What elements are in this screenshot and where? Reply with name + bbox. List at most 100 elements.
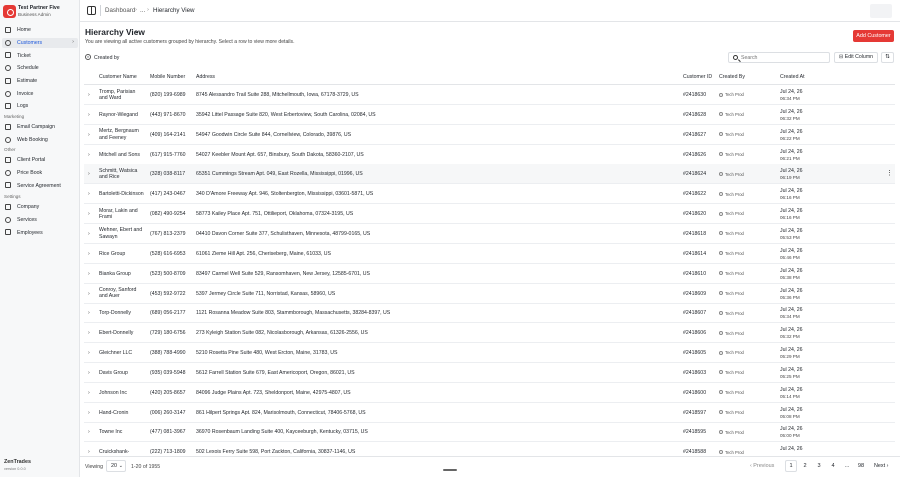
expand-row-icon[interactable]: ›: [88, 350, 90, 356]
customer-id: #2418600: [683, 389, 707, 396]
table-row[interactable]: › Cruickshank- (222) 713-1809 502 Lexois Fe…: [84, 442, 895, 456]
col-address[interactable]: Address: [196, 74, 215, 80]
mobile-number: (417) 243-0467: [150, 191, 186, 198]
page-size-select[interactable]: 20 ⌄: [106, 460, 126, 472]
created-time: 05:29 PM: [780, 354, 800, 360]
expand-row-icon[interactable]: ›: [88, 251, 90, 257]
address: 83497 Carmel Well Suite 529, Ransomhaven…: [196, 270, 370, 277]
section-marketing: Marketing: [4, 114, 25, 119]
table-row[interactable]: › Tromp, Parisian and Ward (820) 199-6989 8…: [84, 85, 895, 105]
sidebar-item-logs[interactable]: Logs: [2, 101, 78, 111]
sidebar-item-price-book[interactable]: Price Book: [2, 168, 78, 178]
address: 1121 Rosanna Meadow Suite 803, Stammboro…: [196, 310, 391, 317]
created-by: Tech Prod: [719, 448, 749, 456]
expand-row-icon[interactable]: ›: [88, 92, 90, 98]
created-by-name: Tech Prod: [725, 92, 744, 98]
expand-row-icon[interactable]: ›: [88, 291, 90, 297]
expand-row-icon[interactable]: ›: [88, 171, 90, 177]
col-customer-name[interactable]: Customer Name: [99, 74, 137, 80]
expand-row-icon[interactable]: ›: [88, 271, 90, 277]
expand-row-icon[interactable]: ›: [88, 211, 90, 217]
table-row[interactable]: › Davis Group (935) 039-5948 5612 Farrell S…: [84, 363, 895, 383]
expand-row-icon[interactable]: ›: [88, 132, 90, 138]
page-button[interactable]: 1: [785, 460, 797, 472]
horizontal-scrollbar[interactable]: [443, 469, 457, 471]
table-row[interactable]: › Towne Inc (477) 081-3967 36970 Rosenbaum …: [84, 422, 895, 443]
sidebar-item-web-booking[interactable]: Web Booking: [2, 135, 78, 145]
previous-label: Previous: [753, 463, 775, 469]
sidebar-item-email-campaign[interactable]: Email Campaign: [2, 122, 78, 132]
table-row[interactable]: › Ebert-Donnelly (729) 180-6756 273 Kyleigh…: [84, 323, 895, 344]
created-time: 05:38 PM: [780, 274, 800, 280]
search-box[interactable]: [728, 52, 830, 63]
sidebar-item-customers[interactable]: Customers ›: [2, 37, 78, 48]
expand-row-icon[interactable]: ›: [88, 152, 90, 158]
sort-icon[interactable]: ⇅: [881, 52, 894, 63]
expand-row-icon[interactable]: ›: [88, 410, 90, 416]
expand-row-icon[interactable]: ›: [88, 449, 90, 455]
edit-column-button[interactable]: ⊟ Edit Column: [834, 52, 878, 63]
expand-row-icon[interactable]: ›: [88, 429, 90, 435]
expand-row-icon[interactable]: ›: [88, 370, 90, 376]
col-customer-id[interactable]: Customer ID: [683, 74, 712, 80]
created-by: Tech Prod: [719, 290, 749, 298]
page-button[interactable]: 3: [813, 460, 825, 472]
expand-row-icon[interactable]: ›: [88, 191, 90, 197]
col-mobile[interactable]: Mobile Number: [150, 74, 185, 80]
mobile-number: (453) 592-9722: [150, 290, 186, 297]
topbar-action[interactable]: [870, 4, 892, 18]
expand-row-icon[interactable]: ›: [88, 390, 90, 396]
page-button[interactable]: 4: [827, 460, 839, 472]
sidebar-item-invoice[interactable]: Invoice: [2, 89, 78, 99]
table-row[interactable]: › Rice Group (528) 616-6953 61061 Zieme Hil…: [84, 244, 895, 264]
more-options-icon[interactable]: ⋮: [886, 169, 893, 177]
table-row[interactable]: › Torp-Donnelly (689) 056-2177 1121 Rosanna…: [84, 303, 895, 324]
table-row[interactable]: › Mertz, Bergnaum and Feeney (409) 164-214…: [84, 125, 895, 145]
customer-id: #2418610: [683, 270, 707, 277]
add-customer-button[interactable]: Add Customer: [853, 30, 894, 42]
sidebar-item-employees[interactable]: Employees: [2, 227, 78, 237]
sidebar-item-service-agreement[interactable]: Service Agreement: [2, 180, 78, 190]
sidebar-item-home[interactable]: Home: [2, 25, 78, 35]
col-created-by[interactable]: Created By: [719, 74, 745, 80]
chevron-down-icon[interactable]: ⌄: [134, 27, 140, 35]
table-row[interactable]: › Mitchell and Sons (617) 915-7760 54027 Ke…: [84, 145, 895, 165]
sidebar-item-client-portal[interactable]: Client Portal: [2, 155, 78, 165]
created-by-name: Tech Prod: [725, 429, 744, 435]
previous-page-button[interactable]: ‹ Previous: [750, 463, 774, 469]
breadcrumb-ellipsis[interactable]: ...: [140, 7, 145, 14]
expand-row-icon[interactable]: ›: [88, 310, 90, 316]
table-row[interactable]: › Wehner, Ebert and Sawayn (767) 813-2379 0…: [84, 224, 895, 244]
breadcrumb-dashboard[interactable]: Dashboard: [105, 7, 135, 14]
sidebar-item-company[interactable]: Company: [2, 202, 78, 212]
table-row[interactable]: › Gleichner LLC (388) 788-4990 5210 Rosetta…: [84, 343, 895, 364]
sidebar-item-label: Web Booking: [17, 136, 48, 143]
table-row[interactable]: › Morar, Lakin and Frami (082) 490-9254 587…: [84, 204, 895, 225]
col-created-at[interactable]: Created At: [780, 74, 805, 80]
group-by-chip[interactable]: × Created by: [85, 53, 119, 63]
table-row[interactable]: › Hand-Cronin (006) 260-3147 861 Hilpert Sp…: [84, 403, 895, 423]
next-page-button[interactable]: Next ›: [874, 463, 888, 469]
table-row[interactable]: › Johnson Inc (420) 205-8657 84096 Judge Pl…: [84, 383, 895, 403]
created-date: Jul 24, 26: [780, 366, 803, 373]
expand-row-icon[interactable]: ›: [88, 112, 90, 118]
search-input[interactable]: [741, 53, 827, 63]
page-button[interactable]: 98: [855, 460, 867, 472]
sidebar-item-ticket[interactable]: Ticket: [2, 50, 78, 60]
table-row[interactable]: › Raynor-Wiegand (443) 971-8670 35942 Litte…: [84, 105, 895, 125]
mobile-number: (820) 199-6989: [150, 92, 186, 98]
expand-row-icon[interactable]: ›: [88, 330, 90, 336]
sidebar-item-estimate[interactable]: Estimate: [2, 76, 78, 86]
expand-row-icon[interactable]: ›: [88, 231, 90, 237]
sidebar-toggle-icon[interactable]: [87, 6, 96, 15]
table-row[interactable]: › Bartoletti-Dickinson (417) 243-0467 340 D…: [84, 184, 895, 205]
sidebar-item-schedule[interactable]: Schedule: [2, 63, 78, 73]
close-icon[interactable]: ×: [85, 54, 91, 61]
account-switcher[interactable]: Test Partner Five Business Admin: [3, 5, 77, 19]
sidebar-item-services[interactable]: Services: [2, 215, 78, 225]
table-row[interactable]: › Conroy, Sanford and Auer (453) 592-9722 5…: [84, 284, 895, 304]
table-row[interactable]: › Schmitt, Watsica and Rice (328) 038-8117…: [84, 164, 895, 185]
table-row[interactable]: › Bianka Group (523) 500-8709 83497 Carmel …: [84, 264, 895, 284]
page-button[interactable]: 2: [799, 460, 811, 472]
mobile-number: (767) 813-2379: [150, 230, 186, 237]
